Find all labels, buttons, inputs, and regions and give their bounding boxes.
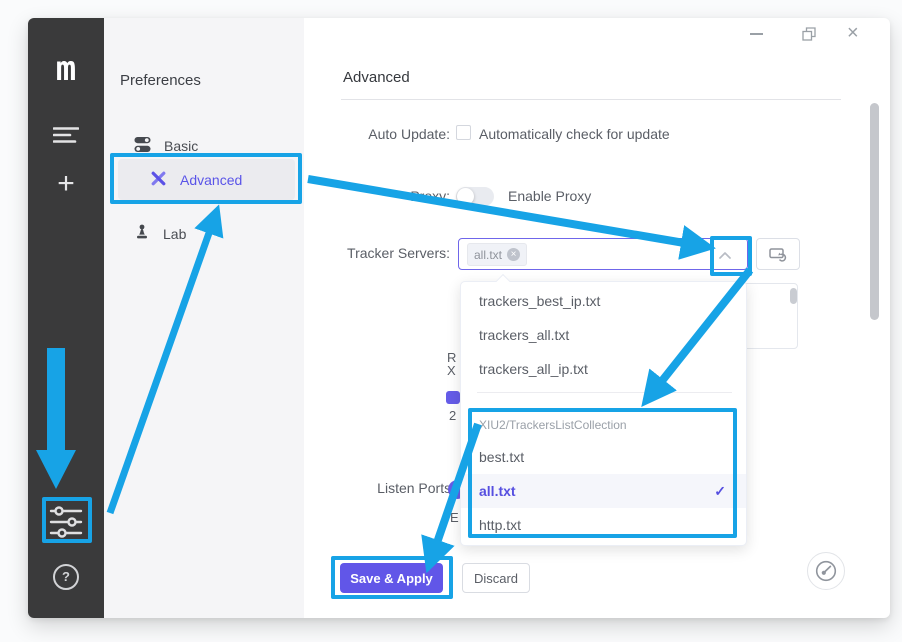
- selected-tracker-tag[interactable]: all.txt ×: [467, 243, 527, 266]
- tracker-servers-label: Tracker Servers:: [268, 245, 450, 261]
- panel-title: Preferences: [120, 72, 201, 89]
- occluded-text-fragment: X: [447, 364, 456, 377]
- page-title: Advanced: [343, 69, 410, 86]
- save-apply-button[interactable]: Save & Apply: [340, 563, 443, 593]
- occluded-text-fragment: E: [450, 511, 459, 524]
- sidebar-item-label: Basic: [164, 138, 198, 154]
- app-window: m + ? Preferences: [28, 18, 890, 618]
- dropdown-item[interactable]: trackers_all.txt: [461, 318, 746, 352]
- update-trackers-button[interactable]: [756, 238, 800, 270]
- motrix-logo: m: [28, 52, 104, 86]
- dropdown-item[interactable]: trackers_all_ip.txt: [461, 352, 746, 386]
- dropdown-group-label: XIU2/TrackersListCollection: [479, 415, 627, 435]
- lab-stamp-icon: [134, 224, 150, 244]
- textarea-scrollbar-thumb[interactable]: [790, 288, 797, 304]
- occluded-chip-fragment: [446, 391, 460, 404]
- proxy-label: Proxy:: [268, 188, 450, 204]
- title-divider: [341, 99, 841, 100]
- restore-button[interactable]: [802, 27, 816, 46]
- listen-ports-label: Listen Ports:: [268, 480, 455, 496]
- dropdown-item-selected[interactable]: all.txt ✓: [461, 474, 746, 508]
- close-button[interactable]: ×: [847, 22, 859, 44]
- task-list-icon[interactable]: [28, 126, 104, 144]
- proxy-toggle[interactable]: [456, 187, 494, 206]
- tag-remove-icon[interactable]: ×: [507, 248, 520, 261]
- dropdown-item[interactable]: trackers_best_ip.txt: [461, 284, 746, 318]
- discard-button[interactable]: Discard: [462, 563, 530, 593]
- main-scrollbar-thumb[interactable]: [870, 103, 879, 320]
- tracker-dropdown: trackers_best_ip.txt trackers_all.txt tr…: [460, 281, 747, 546]
- wrench-screwdriver-icon: [150, 170, 167, 190]
- tag-label: all.txt: [474, 248, 502, 262]
- auto-update-label: Auto Update:: [268, 126, 450, 142]
- dropdown-item[interactable]: best.txt: [461, 440, 746, 474]
- minimize-button[interactable]: [750, 33, 763, 35]
- help-icon[interactable]: ?: [28, 564, 104, 590]
- auto-update-checkbox[interactable]: [456, 125, 471, 140]
- gauge-icon: [814, 559, 838, 583]
- speed-gauge-button[interactable]: [807, 552, 845, 590]
- preferences-panel: Preferences Basic Advanced: [104, 18, 304, 618]
- tracker-servers-select[interactable]: all.txt ×: [458, 238, 748, 270]
- chevron-up-icon[interactable]: [719, 252, 731, 259]
- dropdown-item-label: all.txt: [479, 483, 516, 499]
- sidebar-item-label: Lab: [163, 226, 186, 242]
- auto-update-checkbox-label: Automatically check for update: [479, 126, 670, 142]
- basic-toggles-icon: [134, 136, 151, 156]
- dropdown-divider: [477, 392, 732, 393]
- proxy-toggle-label: Enable Proxy: [508, 188, 591, 204]
- dropdown-item[interactable]: http.txt: [461, 508, 746, 542]
- occluded-text-fragment: 2: [449, 409, 456, 422]
- sidebar-item-label: Advanced: [180, 172, 242, 188]
- check-icon: ✓: [714, 474, 726, 508]
- settings-sliders-icon[interactable]: [28, 506, 104, 538]
- sidebar: m + ?: [28, 18, 104, 618]
- add-task-icon[interactable]: +: [28, 170, 104, 198]
- sync-icon: [769, 246, 787, 262]
